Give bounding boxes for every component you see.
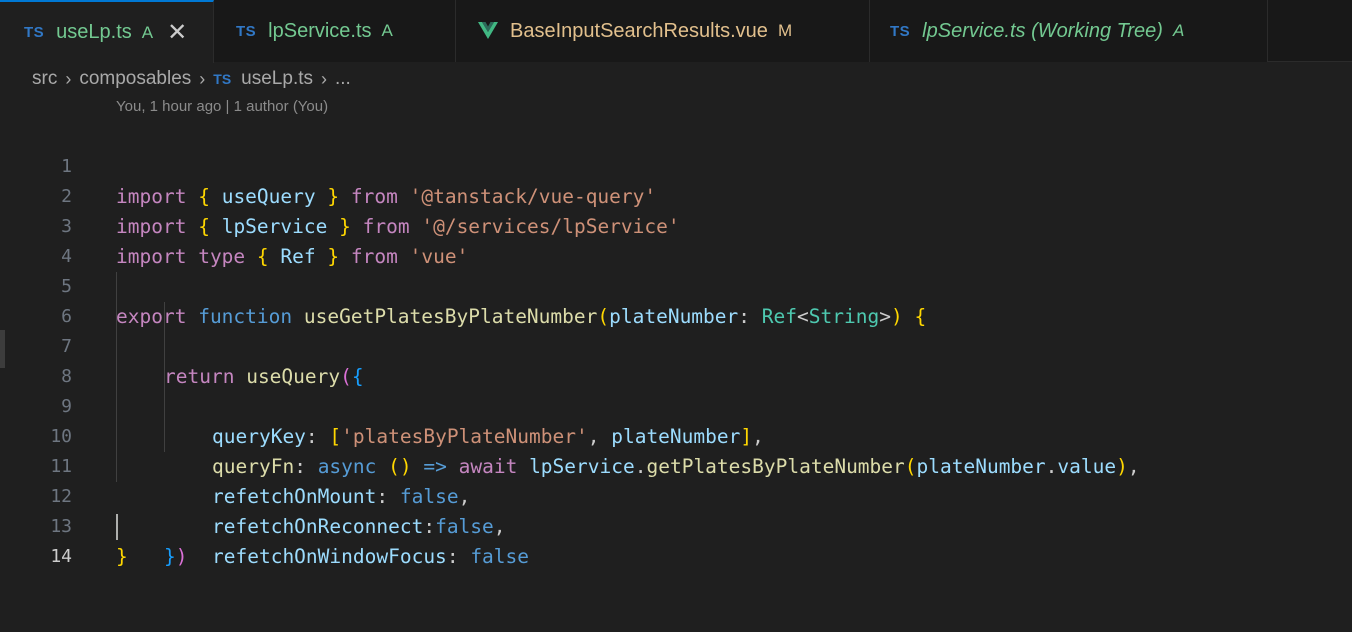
code-line: 11 refetchOnWindowFocus: false [0, 422, 1352, 568]
code-line: 6 return useQuery({ [0, 272, 1352, 388]
indent-guide [116, 392, 117, 422]
git-status-added: A [1172, 21, 1185, 40]
indent-guide [116, 452, 117, 482]
tab-useLp[interactable]: TS useLp.ts A ✕ [0, 0, 214, 63]
text-cursor [116, 514, 118, 540]
indent-guide [164, 362, 165, 392]
code-area[interactable]: 1 import { useQuery } from '@tanstack/vu… [0, 122, 1352, 568]
code-line: 4 [0, 212, 1352, 267]
tab-lpService-working-tree[interactable]: TS lpService.ts (Working Tree) A [870, 0, 1268, 62]
git-status-added: A [141, 22, 154, 42]
indent-guide [116, 302, 117, 332]
tab-lpService[interactable]: TS lpService.ts A [214, 0, 456, 62]
code-line: 7 queryKey: ['platesByPlateNumber', plat… [0, 302, 1352, 448]
tab-label: lpService.ts [268, 19, 372, 42]
code-line: 10 refetchOnReconnect:false, [0, 392, 1352, 538]
indent-guide [164, 422, 165, 452]
git-blame-codelens[interactable]: You, 1 hour ago | 1 author (You) [116, 98, 328, 115]
typescript-icon: TS [213, 71, 232, 87]
tab-label: lpService.ts (Working Tree) [922, 19, 1163, 42]
tab-BaseInputSearchResults[interactable]: BaseInputSearchResults.vue M [456, 0, 870, 62]
git-status-modified: M [777, 21, 793, 40]
breadcrumb-file[interactable]: useLp.ts [241, 68, 313, 90]
code-line: 9 refetchOnMount: false, [0, 362, 1352, 508]
chevron-right-icon: › [321, 68, 327, 89]
code-line-current: 14 [0, 512, 1352, 567]
typescript-icon: TS [24, 24, 45, 41]
breadcrumb-composables[interactable]: composables [79, 68, 191, 90]
code-line: 2 import { lpService } from '@/services/… [0, 152, 1352, 238]
indent-guide [116, 362, 117, 392]
code-line: 1 import { useQuery } from '@tanstack/vu… [0, 122, 1352, 208]
close-icon[interactable]: ✕ [167, 20, 187, 45]
breadcrumb: src › composables › TS useLp.ts › ... [32, 66, 351, 92]
typescript-icon: TS [890, 22, 911, 40]
indent-guide [116, 272, 117, 302]
indent-guide [164, 392, 165, 422]
code-line: 3 import type { Ref } from 'vue' [0, 182, 1352, 268]
indent-guide [116, 332, 117, 362]
git-status-added: A [381, 21, 393, 40]
vue-icon [478, 22, 498, 39]
tab-bar: TS useLp.ts A ✕ TS lpService.ts A BaseIn… [0, 0, 1352, 63]
code-line: 12 }) [0, 452, 1352, 568]
tab-label: useLp.ts [56, 21, 132, 43]
editor-window: TS useLp.ts A ✕ TS lpService.ts A BaseIn… [0, 0, 1352, 568]
chevron-right-icon: › [199, 68, 206, 89]
indent-guide [164, 302, 165, 332]
code-line: 5 export function useGetPlatesByPlateNum… [0, 242, 1352, 328]
breadcrumb-src[interactable]: src [32, 68, 57, 90]
line-number: 14 [50, 546, 72, 567]
chevron-right-icon: › [65, 68, 72, 89]
indent-guide [164, 332, 165, 362]
breadcrumb-symbols[interactable]: ... [335, 68, 351, 90]
indent-guide [116, 422, 117, 452]
code-line: 8 queryFn: async () => await lpService.g… [0, 332, 1352, 478]
tab-label: BaseInputSearchResults.vue [510, 19, 768, 42]
code-line: 13 } [0, 482, 1352, 568]
typescript-icon: TS [236, 22, 257, 40]
